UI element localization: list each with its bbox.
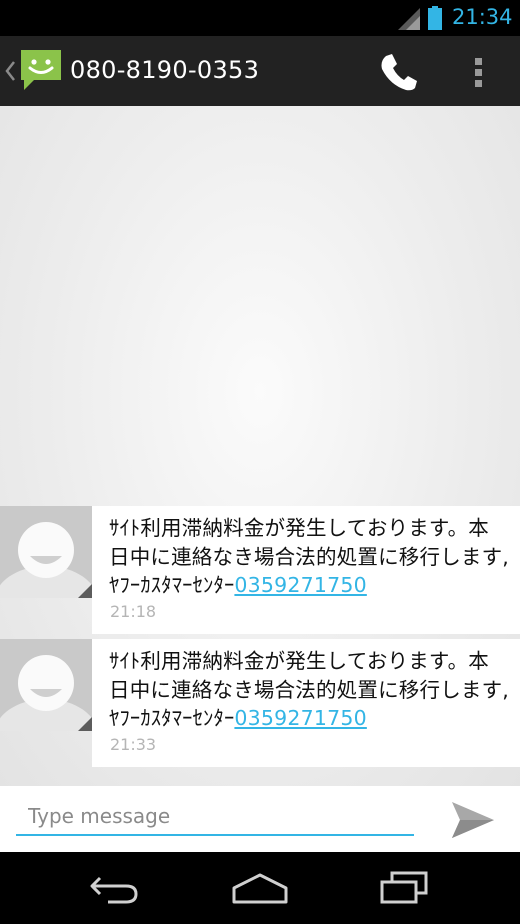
avatar[interactable] — [0, 639, 92, 731]
nav-back-icon[interactable] — [86, 870, 142, 906]
phone-icon — [381, 54, 417, 91]
message-bubble[interactable]: ｻｲﾄ利用滞納料金が発生しております。本日中に連絡なき場合法的処置に移行します,… — [92, 506, 520, 634]
battery-icon — [428, 6, 442, 30]
overflow-menu-icon — [475, 58, 482, 87]
message-timestamp: 21:18 — [110, 602, 157, 621]
avatar-silhouette-icon — [0, 506, 92, 598]
contact-title: 080-8190-0353 — [70, 56, 260, 84]
phone-number-link[interactable]: 0359271750 — [234, 573, 366, 597]
message-item[interactable]: ｻｲﾄ利用滞納料金が発生しております。本日中に連絡なき場合法的処置に移行します,… — [0, 639, 520, 767]
call-button[interactable] — [372, 50, 422, 94]
avatar[interactable] — [0, 506, 92, 598]
message-text: ｻｲﾄ利用滞納料金が発生しております。本日中に連絡なき場合法的処置に移行します,… — [109, 514, 509, 600]
compose-bar — [0, 786, 520, 852]
overflow-menu-button[interactable] — [464, 50, 494, 94]
messaging-app-icon[interactable] — [18, 48, 64, 92]
back-caret-icon[interactable] — [4, 60, 16, 82]
signal-icon — [398, 8, 420, 30]
conversation-view[interactable]: ｻｲﾄ利用滞納料金が発生しております。本日中に連絡なき場合法的処置に移行します,… — [0, 106, 520, 786]
status-clock: 21:34 — [452, 5, 513, 29]
status-bar: 21:34 — [0, 0, 520, 36]
nav-recents-icon[interactable] — [376, 870, 432, 906]
message-item[interactable]: ｻｲﾄ利用滞納料金が発生しております。本日中に連絡なき場合法的処置に移行します,… — [0, 506, 520, 634]
phone-number-link[interactable]: 0359271750 — [234, 706, 366, 730]
message-bubble[interactable]: ｻｲﾄ利用滞納料金が発生しております。本日中に連絡なき場合法的処置に移行します,… — [92, 639, 520, 767]
nav-home-icon[interactable] — [230, 870, 290, 906]
send-button[interactable] — [446, 800, 500, 840]
message-timestamp: 21:33 — [110, 735, 157, 754]
message-text: ｻｲﾄ利用滞納料金が発生しております。本日中に連絡なき場合法的処置に移行します,… — [109, 647, 509, 733]
navigation-bar — [0, 852, 520, 924]
avatar-silhouette-icon — [0, 639, 92, 731]
send-icon — [452, 802, 494, 838]
message-input[interactable] — [16, 798, 414, 836]
